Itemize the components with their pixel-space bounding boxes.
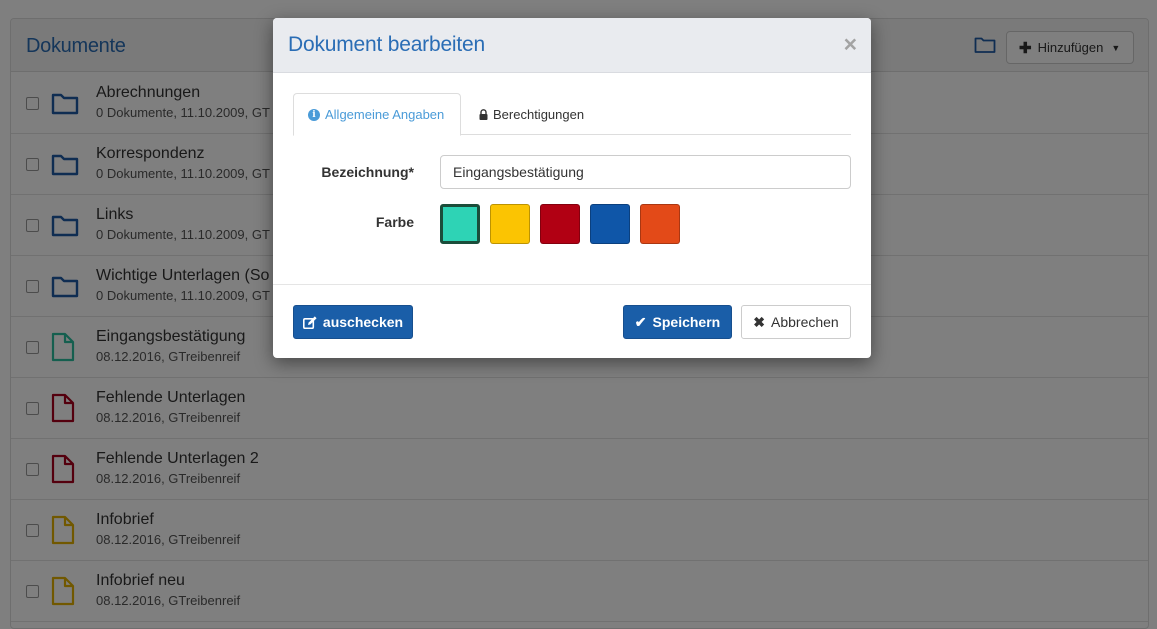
color-swatch-red[interactable] <box>540 204 580 244</box>
color-swatch-teal[interactable] <box>440 204 480 244</box>
color-swatch-blue[interactable] <box>590 204 630 244</box>
close-icon[interactable]: × <box>844 31 857 58</box>
tab-permissions[interactable]: Berechtigungen <box>465 93 598 135</box>
color-label: Farbe <box>375 214 414 230</box>
color-picker <box>440 204 680 244</box>
lock-icon <box>479 108 488 120</box>
cancel-label: Abbrechen <box>771 314 839 330</box>
cancel-button[interactable]: ✖ Abbrechen <box>741 305 851 339</box>
save-button[interactable]: ✔ Speichern <box>623 305 732 339</box>
x-icon: ✖ <box>753 313 765 330</box>
checkout-button[interactable]: auschecken <box>293 305 413 339</box>
edit-document-dialog: Dokument bearbeiten × i Allgemeine Angab… <box>273 18 871 358</box>
color-swatch-yellow[interactable] <box>490 204 530 244</box>
checkout-label: auschecken <box>322 314 404 330</box>
color-swatch-orange[interactable] <box>640 204 680 244</box>
tab-bar: i Allgemeine Angaben Berechtigungen <box>293 93 851 136</box>
save-label: Speichern <box>652 314 721 330</box>
check-icon: ✔ <box>634 313 647 330</box>
modal-footer: auschecken ✔ Speichern ✖ Abbrechen <box>273 284 871 358</box>
tab-permissions-label: Berechtigungen <box>493 106 585 122</box>
tab-general[interactable]: i Allgemeine Angaben <box>293 93 461 136</box>
name-label: Bezeichnung* <box>321 164 414 180</box>
modal-title: Dokument bearbeiten <box>288 33 485 56</box>
name-input[interactable] <box>440 155 851 189</box>
modal-header: Dokument bearbeiten × <box>273 18 871 73</box>
info-icon: i <box>308 108 320 121</box>
edit-icon <box>302 315 317 329</box>
tab-general-label: Allgemeine Angaben <box>325 107 445 122</box>
